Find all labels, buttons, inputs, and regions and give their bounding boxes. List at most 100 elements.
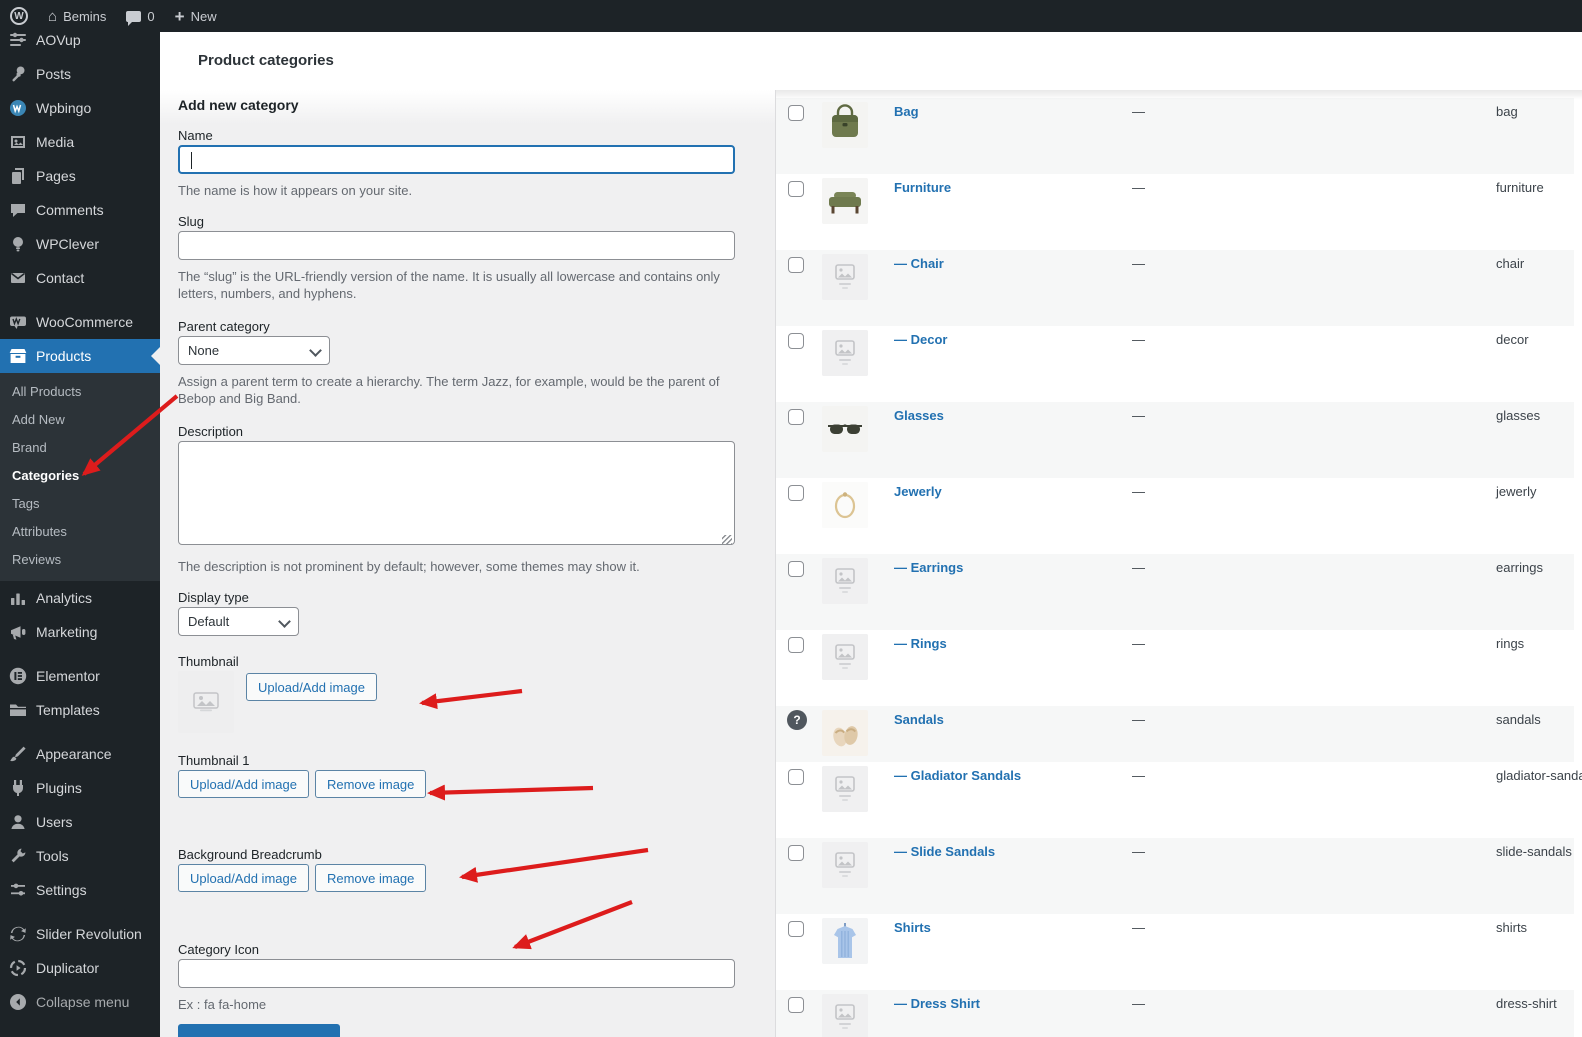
sidebar-item-contact[interactable]: Contact — [0, 261, 160, 295]
sidebar-subitem-attributes[interactable]: Attributes — [0, 517, 160, 545]
wrench-icon — [8, 846, 28, 866]
sidebar-item-settings[interactable]: Settings — [0, 873, 160, 907]
category-name-link[interactable]: — Dress Shirt — [894, 996, 980, 1011]
sidebar-item-wpclever[interactable]: WPClever — [0, 227, 160, 261]
category-icon-input[interactable] — [178, 959, 735, 988]
sidebar-item-aovup[interactable]: AOVup — [0, 32, 160, 57]
row-checkbox[interactable] — [788, 637, 804, 653]
category-slug: dress-shirt — [1496, 996, 1557, 1011]
row-checkbox[interactable] — [788, 845, 804, 861]
sidebar-item-collapse-menu[interactable]: Collapse menu — [0, 985, 160, 1019]
collapse-icon — [8, 992, 28, 1012]
sidebar-item-analytics[interactable]: Analytics — [0, 581, 160, 615]
categories-table: Bag — bag Furniture — furniture — Chair … — [775, 90, 1582, 1037]
slug-help: The “slug” is the URL-friendly version o… — [178, 268, 738, 302]
new-content-button[interactable]: + New — [165, 0, 227, 32]
sidebar-item-templates[interactable]: Templates — [0, 693, 160, 727]
category-thumbnail — [822, 482, 868, 528]
sidebar-item-posts[interactable]: Posts — [0, 57, 160, 91]
thumbnail1-upload-button[interactable]: Upload/Add image — [178, 770, 309, 798]
sidebar-subitem-add-new[interactable]: Add New — [0, 405, 160, 433]
add-new-category-submit-button[interactable] — [178, 1024, 340, 1037]
sidebar-item-appearance[interactable]: Appearance — [0, 737, 160, 771]
category-name-link[interactable]: — Earrings — [894, 560, 963, 575]
category-description: — — [1132, 104, 1145, 119]
display-type-select[interactable]: Default — [178, 607, 299, 636]
row-checkbox[interactable] — [788, 769, 804, 785]
row-checkbox[interactable] — [788, 409, 804, 425]
woocommerce-icon — [8, 312, 28, 332]
sidebar-item-elementor[interactable]: Elementor — [0, 659, 160, 693]
sidebar-item-tools[interactable]: Tools — [0, 839, 160, 873]
category-name-link[interactable]: — Gladiator Sandals — [894, 768, 1021, 783]
sidebar-item-label: Marketing — [36, 624, 97, 640]
description-textarea[interactable] — [178, 441, 735, 545]
sidebar-item-duplicator[interactable]: Duplicator — [0, 951, 160, 985]
sidebar-item-label: Tools — [36, 848, 69, 864]
category-name-link[interactable]: Shirts — [894, 920, 931, 935]
parent-category-select[interactable]: None — [178, 336, 330, 365]
sidebar-item-wpbingo[interactable]: Wpbingo — [0, 91, 160, 125]
category-slug: furniture — [1496, 180, 1544, 195]
thumbnail-upload-button[interactable]: Upload/Add image — [246, 673, 377, 701]
sidebar-subitem-reviews[interactable]: Reviews — [0, 545, 160, 573]
row-checkbox[interactable] — [788, 485, 804, 501]
wpbingo-icon — [8, 98, 28, 118]
sidebar-item-users[interactable]: Users — [0, 805, 160, 839]
sidebar-item-pages[interactable]: Pages — [0, 159, 160, 193]
site-name-link[interactable]: ⌂ Bemins — [38, 0, 116, 32]
category-thumbnail — [822, 710, 868, 756]
category-name-link[interactable]: Furniture — [894, 180, 951, 195]
thumbnail1-remove-button[interactable]: Remove image — [315, 770, 426, 798]
sidebar-item-marketing[interactable]: Marketing — [0, 615, 160, 649]
sidebar-item-slider-revolution[interactable]: Slider Revolution — [0, 917, 160, 951]
category-name-link[interactable]: Sandals — [894, 712, 944, 727]
wordpress-admin: W ⌂ Bemins 0 + New AOVupPostsWpbingoMedi… — [0, 0, 1582, 1037]
aovup-icon — [8, 32, 28, 50]
wordpress-logo[interactable]: W — [0, 0, 38, 32]
row-checkbox[interactable] — [788, 105, 804, 121]
sidebar-item-woocommerce[interactable]: WooCommerce — [0, 305, 160, 339]
sidebar-subitem-categories[interactable]: Categories — [0, 461, 160, 489]
row-checkbox[interactable] — [788, 997, 804, 1013]
row-checkbox[interactable] — [788, 921, 804, 937]
background-breadcrumb-remove-button[interactable]: Remove image — [315, 864, 426, 892]
category-slug: chair — [1496, 256, 1524, 271]
sidebar-item-label: Slider Revolution — [36, 926, 142, 942]
category-name-link[interactable]: — Decor — [894, 332, 947, 347]
parent-category-label: Parent category — [178, 319, 738, 334]
name-input[interactable] — [178, 145, 735, 174]
content-area: Add new category Name The name is how it… — [160, 90, 1582, 1037]
category-name-link[interactable]: — Chair — [894, 256, 944, 271]
table-row: — Rings — rings — [776, 630, 1574, 706]
sidebar-subitem-tags[interactable]: Tags — [0, 489, 160, 517]
sidebar-item-media[interactable]: Media — [0, 125, 160, 159]
media-icon — [8, 132, 28, 152]
category-name-link[interactable]: — Rings — [894, 636, 947, 651]
sidebar-item-comments[interactable]: Comments — [0, 193, 160, 227]
row-checkbox[interactable] — [788, 561, 804, 577]
category-description: — — [1132, 712, 1145, 727]
new-label: New — [191, 9, 217, 24]
slug-input[interactable] — [178, 231, 735, 260]
comments-counter[interactable]: 0 — [116, 0, 164, 32]
lightbulb-icon — [8, 234, 28, 254]
category-name-link[interactable]: Jewerly — [894, 484, 942, 499]
comment-bubble-icon — [126, 11, 141, 22]
thumbnail1-label: Thumbnail 1 — [178, 753, 738, 768]
category-name-link[interactable]: Bag — [894, 104, 919, 119]
background-breadcrumb-upload-button[interactable]: Upload/Add image — [178, 864, 309, 892]
resize-handle-icon[interactable] — [722, 535, 732, 545]
sidebar-item-products[interactable]: Products — [0, 339, 160, 373]
row-checkbox[interactable] — [788, 333, 804, 349]
sidebar-subitem-brand[interactable]: Brand — [0, 433, 160, 461]
table-row: Furniture — furniture — [776, 174, 1574, 250]
category-name-link[interactable]: Glasses — [894, 408, 944, 423]
table-row: Bag — bag — [776, 98, 1574, 174]
category-name-link[interactable]: — Slide Sandals — [894, 844, 995, 859]
row-checkbox[interactable] — [788, 257, 804, 273]
sidebar-subitem-all-products[interactable]: All Products — [0, 377, 160, 405]
user-icon — [8, 812, 28, 832]
row-checkbox[interactable] — [788, 181, 804, 197]
sidebar-item-plugins[interactable]: Plugins — [0, 771, 160, 805]
